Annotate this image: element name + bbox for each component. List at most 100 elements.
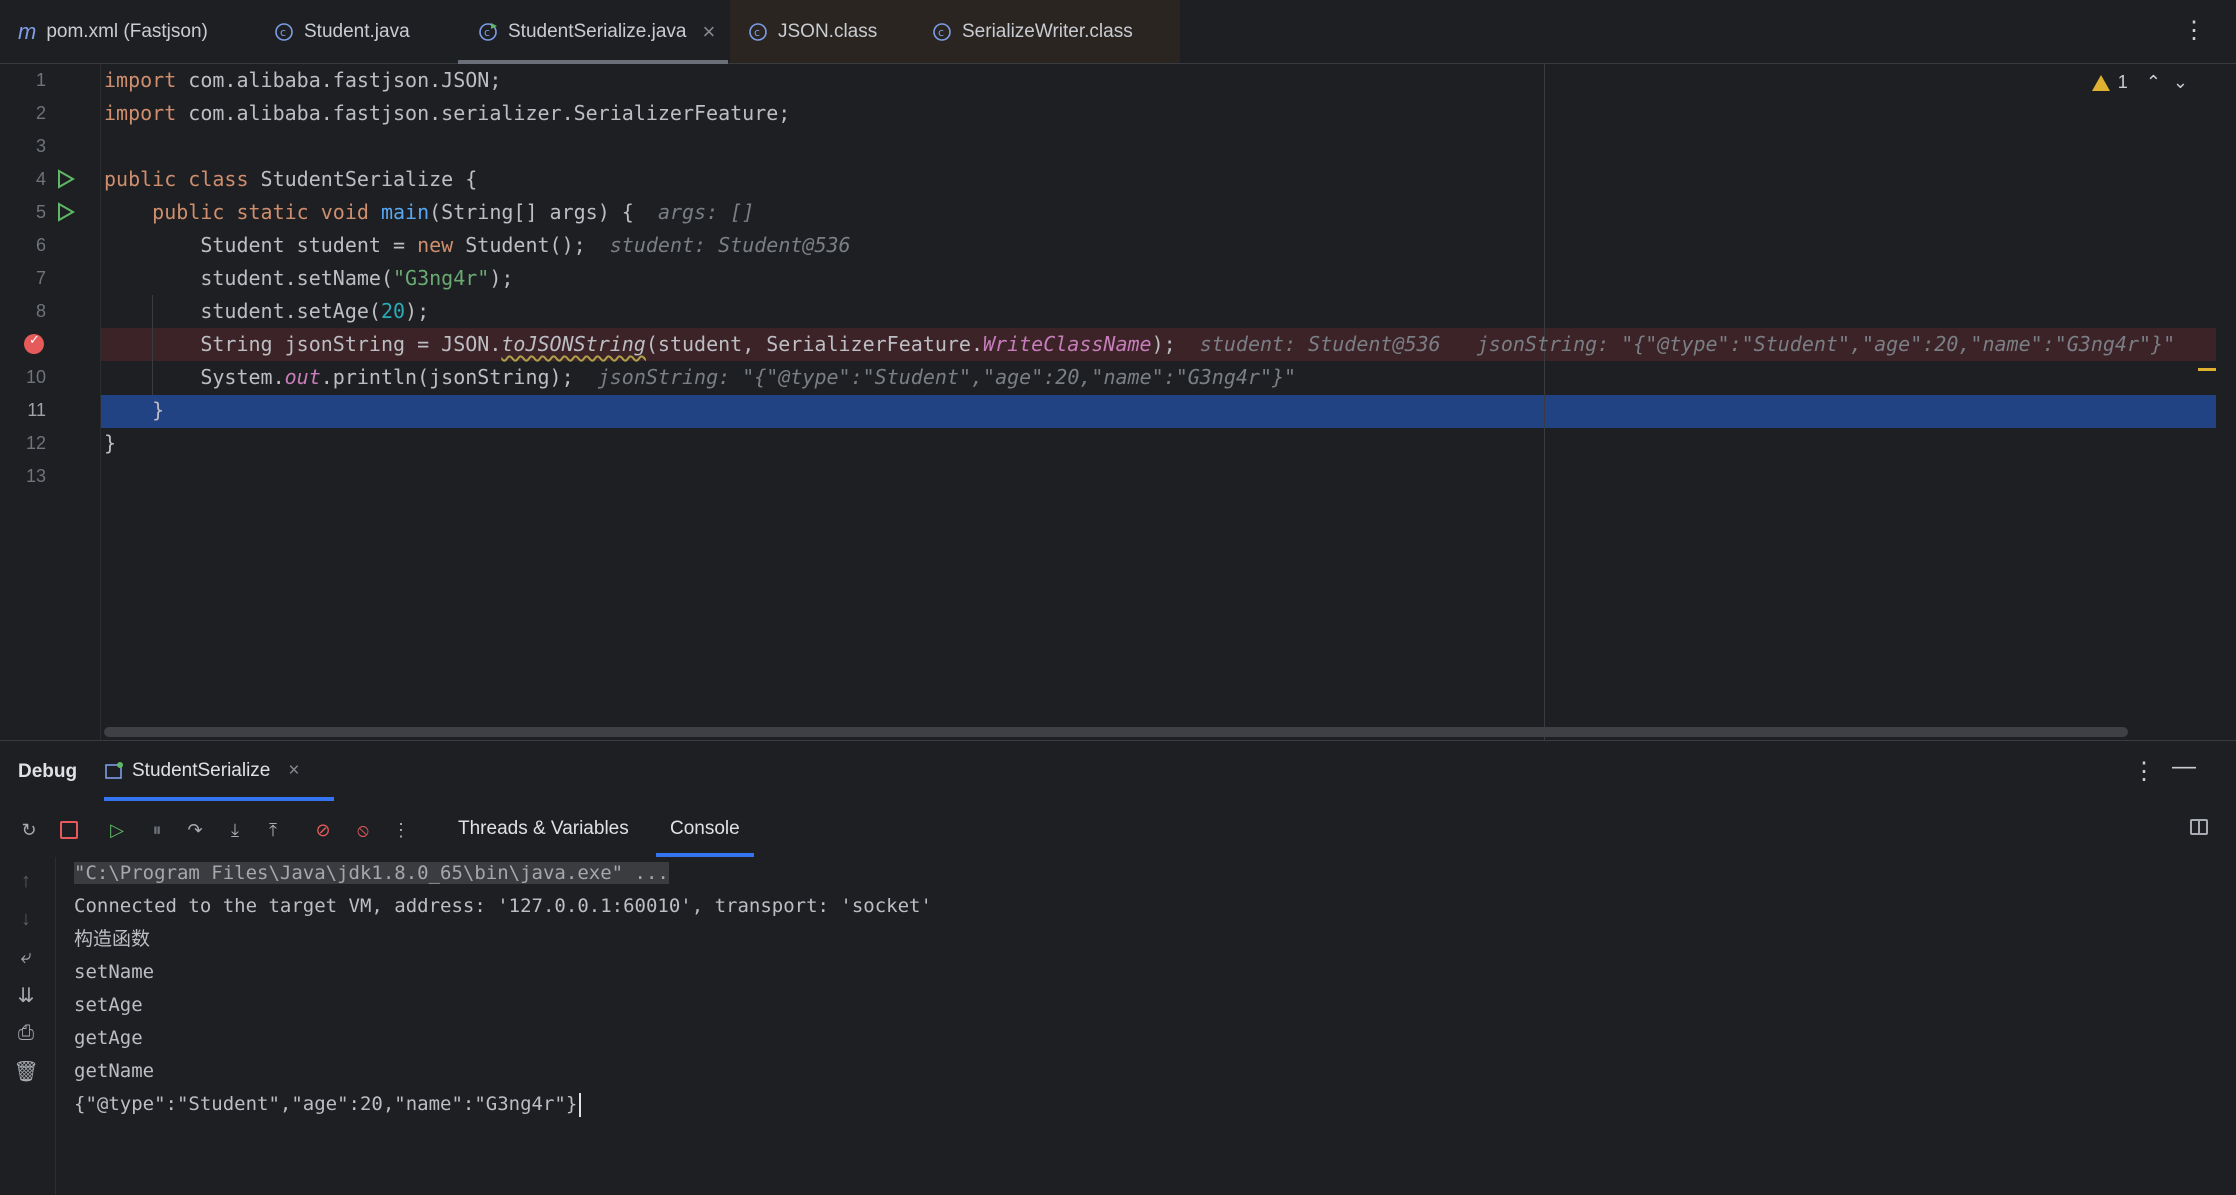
arrow-up-icon[interactable]: ↑ — [14, 869, 38, 893]
line-number: 7 — [35, 268, 46, 288]
svg-text:c: c — [938, 26, 944, 39]
line-number: 3 — [35, 136, 46, 156]
line-gutter: 1 2 3 4 5 6 7 8 10 11 12 13 — [0, 64, 101, 740]
close-icon[interactable]: × — [288, 760, 299, 782]
tab-label: pom.xml (Fastjson) — [46, 20, 208, 42]
more-options-icon[interactable]: ⋮ — [2182, 16, 2206, 45]
code-line-1: import com.alibaba.fastjson.JSON; — [104, 68, 502, 92]
console-line: setAge — [74, 994, 143, 1016]
pause-icon[interactable]: ⏸ — [146, 819, 168, 841]
warning-count: 1 — [2117, 72, 2128, 92]
more-options-icon[interactable]: ⋮ — [2132, 757, 2156, 786]
right-margin-guide — [1544, 64, 1545, 740]
inspection-widget[interactable]: 1 ⌃ ⌄ — [2091, 72, 2188, 93]
line-number: 11 — [27, 400, 46, 420]
code-line-10: System.out.println(jsonString); jsonStri… — [200, 365, 1297, 389]
tab-studentserialize-java[interactable]: c StudentSerialize.java × — [458, 0, 728, 64]
code-line-9: String jsonString = JSON.toJSONString(st… — [200, 332, 2176, 356]
step-into-icon[interactable]: ⤓ — [224, 819, 246, 841]
class-icon: c — [748, 22, 768, 42]
inline-debug-hint: student: Student@536 — [609, 233, 851, 257]
run-config-icon — [104, 761, 124, 781]
console-side-toolbar: ↑ ↓ ⤶ ⇊ ⎙ 🗑 — [0, 857, 56, 1195]
print-icon[interactable]: ⎙ — [14, 1021, 38, 1045]
minimize-icon[interactable]: — — [2172, 753, 2196, 781]
horizontal-scrollbar[interactable] — [104, 727, 2128, 737]
tab-label: StudentSerialize.java — [508, 20, 687, 42]
execution-point-highlight — [100, 395, 2216, 428]
scroll-to-end-icon[interactable]: ⇊ — [14, 983, 38, 1007]
line-number: 12 — [25, 433, 46, 453]
breakpoint-icon[interactable] — [24, 332, 44, 354]
line-number: 6 — [35, 235, 46, 255]
class-icon: c — [274, 22, 294, 42]
step-out-icon[interactable]: ⤒ — [262, 819, 284, 841]
maven-icon: m — [18, 18, 37, 44]
code-line-8: student.setAge(20); — [200, 299, 430, 323]
tab-serializewriter-class[interactable]: c SerializeWriter.class — [910, 0, 1180, 63]
debug-toolbar: ↻ ▷ ⏸ ↷ ⤓ ⤒ ⊘ ⦸ ⋮ — [0, 801, 2236, 857]
tab-console[interactable]: Console — [656, 801, 754, 857]
tab-threads-variables[interactable]: Threads & Variables — [458, 801, 629, 857]
console-line: setName — [74, 961, 155, 983]
tab-label: Student.java — [304, 20, 410, 42]
line-number: 13 — [25, 466, 46, 486]
code-line-4: public class StudentSerialize { — [104, 167, 478, 191]
code-editor[interactable]: 1 2 3 4 5 6 7 8 10 11 12 13 import com.a… — [0, 64, 2236, 740]
run-icon[interactable] — [55, 202, 75, 222]
chevron-down-icon[interactable]: ⌄ — [2173, 72, 2188, 93]
console-output[interactable]: "C:\Program Files\Java\jdk1.8.0_65\bin\j… — [74, 857, 932, 1121]
console-line: 构造函数 — [74, 929, 151, 950]
console-line: {"@type":"Student","age":20,"name":"G3ng… — [74, 1088, 932, 1121]
code-line-5: public static void main(String[] args) {… — [152, 200, 755, 224]
mute-breakpoints-icon[interactable]: ⦸ — [352, 819, 374, 841]
tab-label: JSON.class — [778, 20, 878, 42]
code-line-11: } — [152, 398, 165, 422]
code-line-2: import com.alibaba.fastjson.serializer.S… — [104, 101, 791, 125]
line-number: 10 — [25, 367, 46, 387]
inline-debug-hint: jsonString: "{"@type":"Student","age":20… — [597, 365, 1297, 389]
console-line: Connected to the target VM, address: '12… — [74, 895, 932, 917]
stop-icon[interactable] — [58, 819, 80, 841]
debug-header: Debug StudentSerialize × ⋮ — — [0, 741, 2236, 801]
session-label: StudentSerialize — [132, 760, 271, 781]
line-number: 4 — [35, 169, 46, 189]
trash-icon[interactable]: 🗑 — [13, 1059, 38, 1083]
line-number: 2 — [35, 103, 46, 123]
soft-wrap-icon[interactable]: ⤶ — [14, 945, 38, 969]
step-over-icon[interactable]: ↷ — [184, 819, 206, 841]
rerun-icon[interactable]: ↻ — [18, 819, 40, 841]
error-stripe-marker[interactable] — [2198, 368, 2216, 371]
text-caret — [579, 1092, 582, 1117]
debug-title: Debug — [18, 761, 78, 782]
svg-text:c: c — [280, 26, 286, 39]
inline-debug-hint: jsonString: "{"@type":"Student","age":20… — [1476, 332, 2176, 356]
editor-tab-bar: m pom.xml (Fastjson) c Student.java c St… — [0, 0, 2236, 64]
console-line: getName — [74, 1060, 155, 1082]
warning-icon — [2091, 74, 2110, 91]
debug-panel: Debug StudentSerialize × ⋮ — ↻ ▷ ⏸ ↷ ⤓ ⤒… — [0, 740, 2236, 1195]
line-number: 8 — [35, 301, 46, 321]
close-icon[interactable]: × — [703, 19, 716, 45]
debug-session-tab[interactable]: StudentSerialize × — [104, 741, 334, 801]
line-number: 5 — [35, 202, 46, 222]
console-line: getAge — [74, 1027, 143, 1049]
svg-text:c: c — [754, 26, 760, 39]
chevron-up-icon[interactable]: ⌃ — [2146, 72, 2161, 93]
resume-icon[interactable]: ▷ — [106, 819, 128, 841]
tab-pom-xml[interactable]: m pom.xml (Fastjson) — [18, 0, 228, 63]
view-breakpoints-icon[interactable]: ⊘ — [312, 819, 334, 841]
arrow-down-icon[interactable]: ↓ — [14, 907, 38, 931]
svg-text:c: c — [484, 26, 490, 39]
run-icon[interactable] — [55, 169, 75, 189]
line-number: 1 — [35, 70, 46, 90]
console-line: "C:\Program Files\Java\jdk1.8.0_65\bin\j… — [74, 862, 669, 884]
class-run-icon: c — [478, 22, 498, 42]
inline-debug-hint: args: [] — [657, 200, 755, 224]
more-options-icon[interactable]: ⋮ — [390, 819, 412, 841]
tab-student-java[interactable]: c Student.java — [274, 0, 454, 63]
layout-icon[interactable] — [2190, 819, 2208, 835]
tab-label: SerializeWriter.class — [962, 20, 1133, 42]
tab-json-class[interactable]: c JSON.class — [730, 0, 930, 63]
code-line-6: Student student = new Student(); student… — [200, 233, 851, 257]
